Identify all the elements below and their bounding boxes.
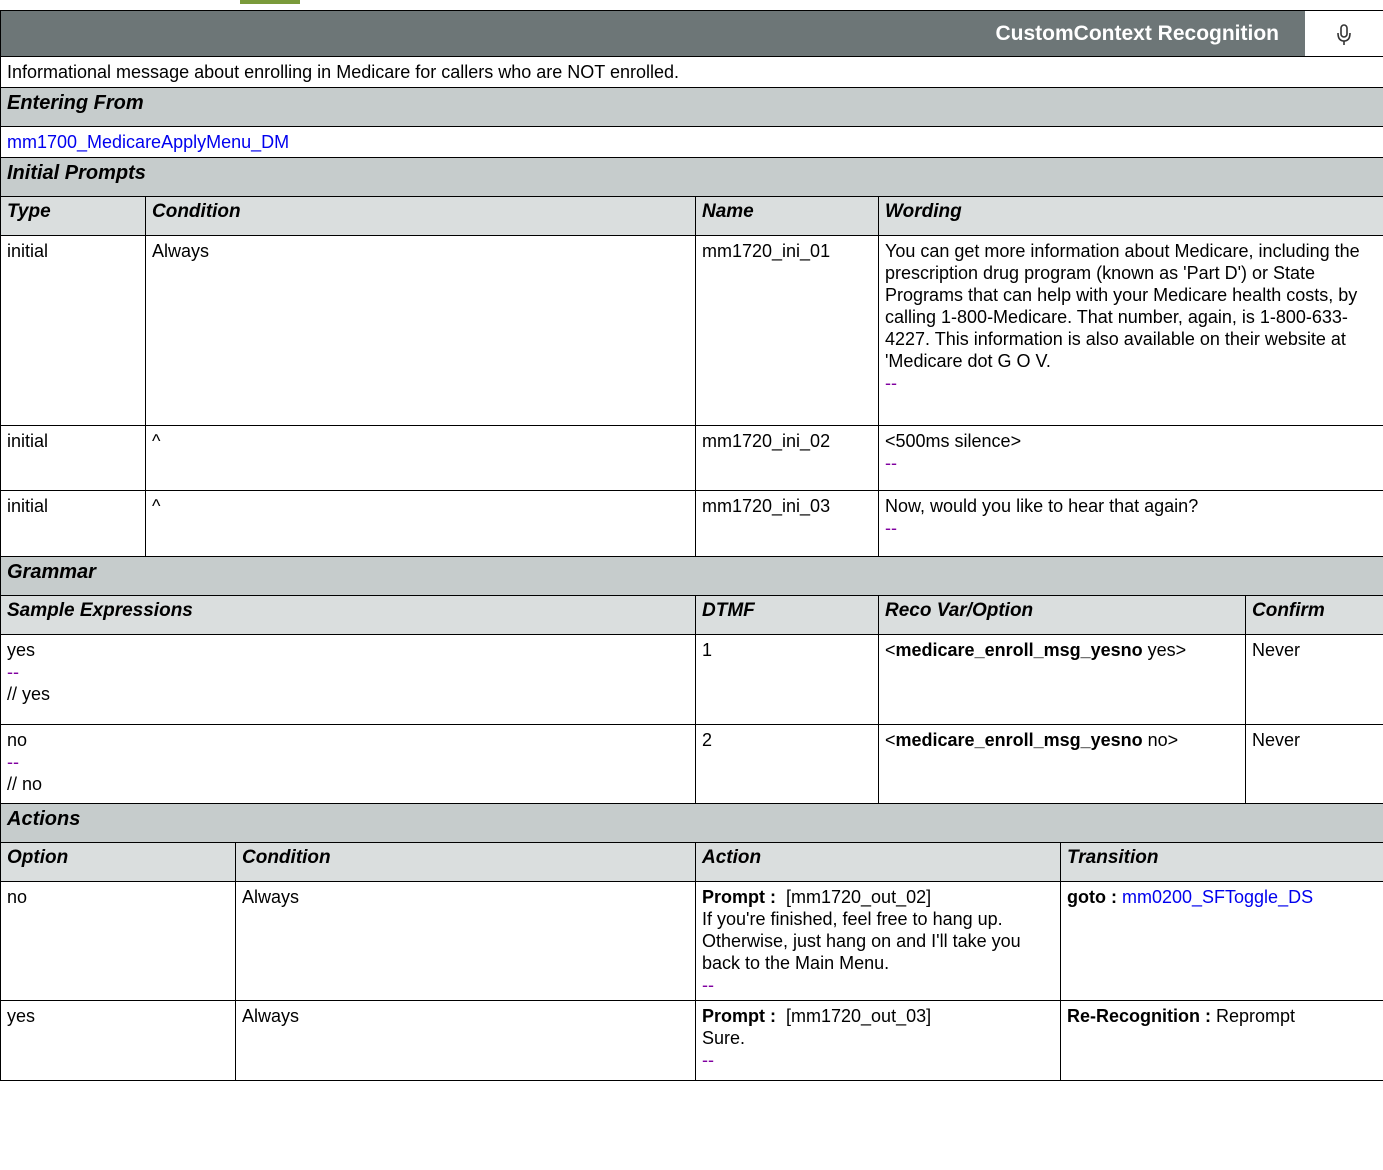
action-dash: -- bbox=[702, 1050, 714, 1070]
transition-link[interactable]: mm0200_SFToggle_DS bbox=[1117, 887, 1313, 907]
microphone-icon bbox=[1305, 11, 1383, 56]
state-spec-table: CustomContext Recognition Informational … bbox=[0, 10, 1383, 1081]
top-strip bbox=[0, 0, 1383, 10]
reco-var-open: < bbox=[885, 730, 896, 750]
col-transition: Transition bbox=[1060, 842, 1383, 882]
prompt-wording: Now, would you like to hear that again? … bbox=[878, 490, 1383, 557]
prompt-row: initial Always mm1720_ini_01 You can get… bbox=[0, 235, 1383, 426]
state-description: Informational message about enrolling in… bbox=[0, 56, 1383, 88]
grammar-row: yes -- // yes 1 <medicare_enroll_msg_yes… bbox=[0, 634, 1383, 725]
grammar-expression: no -- // no bbox=[0, 724, 696, 804]
prompt-name: mm1720_ini_01 bbox=[695, 235, 879, 426]
prompt-dash: -- bbox=[885, 453, 897, 473]
col-action: Action bbox=[695, 842, 1061, 882]
col-condition: Condition bbox=[145, 196, 696, 236]
action-cell: Prompt : [mm1720_out_02] If you're finis… bbox=[695, 881, 1061, 1001]
prompt-label: Prompt : bbox=[702, 887, 776, 907]
action-cell: Prompt : [mm1720_out_03] Sure. -- bbox=[695, 1000, 1061, 1081]
grammar-reco-var: <medicare_enroll_msg_yesno no> bbox=[878, 724, 1246, 804]
grammar-confirm: Never bbox=[1245, 634, 1383, 725]
prompt-row: initial ^ mm1720_ini_03 Now, would you l… bbox=[0, 490, 1383, 557]
reco-var-name: medicare_enroll_msg_yesno bbox=[895, 730, 1143, 750]
action-dash: -- bbox=[702, 975, 714, 995]
action-option: yes bbox=[0, 1000, 236, 1081]
prompt-id: [mm1720_out_03] bbox=[776, 1006, 932, 1026]
expression-dash: -- bbox=[7, 662, 19, 682]
prompt-text: If you're finished, feel free to hang up… bbox=[702, 909, 1021, 973]
grammar-reco-var: <medicare_enroll_msg_yesno yes> bbox=[878, 634, 1246, 725]
prompt-wording-text: You can get more information about Medic… bbox=[885, 241, 1360, 371]
prompt-name: mm1720_ini_03 bbox=[695, 490, 879, 557]
expression-dash: -- bbox=[7, 752, 19, 772]
entering-from-cell: mm1700_MedicareApplyMenu_DM bbox=[0, 126, 1383, 158]
grammar-dtmf: 1 bbox=[695, 634, 879, 725]
actions-heading: Actions bbox=[0, 803, 1383, 843]
col-dtmf: DTMF bbox=[695, 595, 879, 635]
col-action-condition: Condition bbox=[235, 842, 696, 882]
reco-var-open: < bbox=[885, 640, 896, 660]
reco-var-name: medicare_enroll_msg_yesno bbox=[895, 640, 1143, 660]
prompt-label: Prompt : bbox=[702, 1006, 776, 1026]
reco-var-value: yes> bbox=[1142, 640, 1187, 660]
grammar-confirm: Never bbox=[1245, 724, 1383, 804]
col-confirm: Confirm bbox=[1245, 595, 1383, 635]
col-wording: Wording bbox=[878, 196, 1383, 236]
prompt-type: initial bbox=[0, 235, 146, 426]
prompt-type: initial bbox=[0, 425, 146, 491]
transition-label: goto : bbox=[1067, 887, 1117, 907]
prompt-wording: <500ms silence> -- bbox=[878, 425, 1383, 491]
transition-cell: goto : mm0200_SFToggle_DS bbox=[1060, 881, 1383, 1001]
action-row: yes Always Prompt : [mm1720_out_03] Sure… bbox=[0, 1000, 1383, 1081]
prompt-condition: ^ bbox=[145, 425, 696, 491]
grammar-expression: yes -- // yes bbox=[0, 634, 696, 725]
expression-text: no bbox=[7, 730, 28, 750]
col-option: Option bbox=[0, 842, 236, 882]
col-sample-expressions: Sample Expressions bbox=[0, 595, 696, 635]
prompt-wording: You can get more information about Medic… bbox=[878, 235, 1383, 426]
state-header: CustomContext Recognition bbox=[0, 10, 1383, 57]
heading-fragment bbox=[240, 0, 300, 4]
entering-from-heading: Entering From bbox=[0, 87, 1383, 127]
prompt-condition: ^ bbox=[145, 490, 696, 557]
grammar-row: no -- // no 2 <medicare_enroll_msg_yesno… bbox=[0, 724, 1383, 804]
expression-comment: // yes bbox=[7, 684, 51, 704]
action-condition: Always bbox=[235, 1000, 696, 1081]
reco-var-value: no> bbox=[1142, 730, 1179, 750]
prompt-row: initial ^ mm1720_ini_02 <500ms silence> … bbox=[0, 425, 1383, 491]
transition-value: Reprompt bbox=[1211, 1006, 1296, 1026]
state-type-label: CustomContext Recognition bbox=[995, 21, 1280, 45]
entering-from-link[interactable]: mm1700_MedicareApplyMenu_DM bbox=[7, 132, 289, 152]
action-option: no bbox=[0, 881, 236, 1001]
transition-cell: Re-Recognition : Reprompt bbox=[1060, 1000, 1383, 1081]
action-condition: Always bbox=[235, 881, 696, 1001]
col-reco-var: Reco Var/Option bbox=[878, 595, 1246, 635]
prompt-dash: -- bbox=[885, 518, 897, 538]
transition-label: Re-Recognition : bbox=[1067, 1006, 1211, 1026]
expression-text: yes bbox=[7, 640, 36, 660]
prompt-text: Sure. bbox=[702, 1028, 746, 1048]
prompt-wording-text: <500ms silence> bbox=[885, 431, 1022, 451]
action-row: no Always Prompt : [mm1720_out_02] If yo… bbox=[0, 881, 1383, 1001]
initial-prompts-heading: Initial Prompts bbox=[0, 157, 1383, 197]
grammar-heading: Grammar bbox=[0, 556, 1383, 596]
prompt-condition: Always bbox=[145, 235, 696, 426]
prompt-id: [mm1720_out_02] bbox=[776, 887, 932, 907]
prompt-name: mm1720_ini_02 bbox=[695, 425, 879, 491]
grammar-dtmf: 2 bbox=[695, 724, 879, 804]
prompt-type: initial bbox=[0, 490, 146, 557]
expression-comment: // no bbox=[7, 774, 43, 794]
col-type: Type bbox=[0, 196, 146, 236]
col-name: Name bbox=[695, 196, 879, 236]
prompt-dash: -- bbox=[885, 373, 897, 393]
prompt-wording-text: Now, would you like to hear that again? bbox=[885, 496, 1199, 516]
